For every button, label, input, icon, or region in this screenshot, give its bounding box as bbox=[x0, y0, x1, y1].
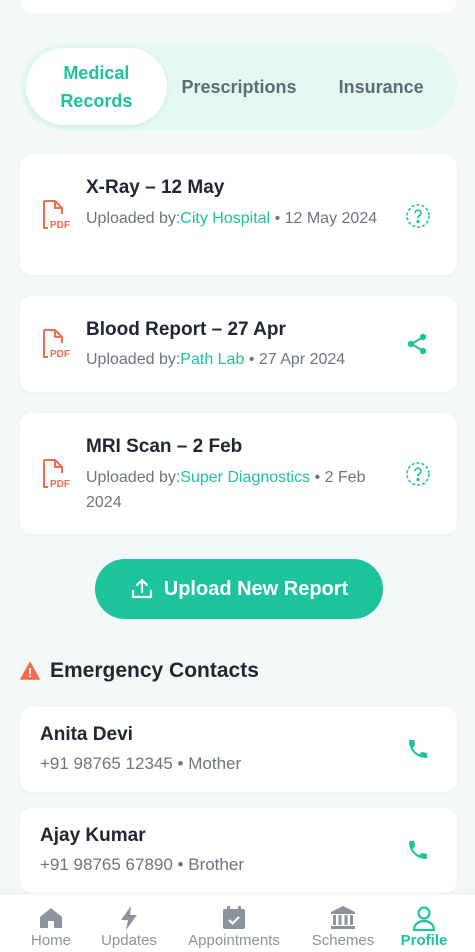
upload-button-label: Upload New Report bbox=[163, 577, 349, 600]
upload-icon bbox=[131, 578, 152, 599]
nav-appointments[interactable]: Appointments bbox=[180, 894, 288, 952]
record-meta: Uploaded by:City Hospital • 12 May 2024 bbox=[86, 210, 378, 227]
record-source[interactable]: Path Lab bbox=[180, 351, 244, 368]
contact-name: Ajay Kumar bbox=[40, 825, 146, 846]
nav-schemes[interactable]: Schemes bbox=[304, 894, 382, 952]
record-card[interactable]: PDF Blood Report – 27 Apr Uploaded by:Pa… bbox=[20, 296, 457, 392]
tab-prescriptions[interactable]: Prescriptions bbox=[167, 48, 312, 125]
record-meta: Uploaded by:Path Lab • 27 Apr 2024 bbox=[86, 351, 346, 368]
nav-label: Updates bbox=[101, 932, 157, 949]
pdf-file-icon: PDF bbox=[43, 329, 70, 360]
warning-icon bbox=[20, 661, 40, 680]
phone-icon[interactable] bbox=[406, 737, 430, 761]
contact-name: Anita Devi bbox=[40, 724, 133, 745]
record-source[interactable]: Super Diagnostics bbox=[180, 469, 310, 486]
contact-card[interactable]: Ajay Kumar +91 98765 67890 • Brother bbox=[20, 808, 457, 893]
pdf-file-icon: PDF bbox=[43, 459, 70, 490]
user-icon bbox=[412, 906, 436, 932]
nav-label: Home bbox=[30, 932, 71, 949]
record-title: Blood Report – 27 Apr bbox=[86, 319, 286, 340]
bank-icon bbox=[331, 906, 355, 929]
nav-label: Appointments bbox=[188, 932, 280, 949]
lightning-icon bbox=[121, 906, 137, 930]
home-icon bbox=[40, 908, 62, 928]
bottom-nav: Home Updates Appointments Schemes Profil… bbox=[0, 893, 475, 952]
contact-card[interactable]: Anita Devi +91 98765 12345 • Mother bbox=[20, 707, 457, 792]
contact-detail: +91 98765 12345 • Mother bbox=[40, 754, 242, 773]
nav-label: Schemes bbox=[311, 932, 375, 949]
contact-detail: +91 98765 67890 • Brother bbox=[40, 855, 244, 874]
help-icon[interactable] bbox=[405, 203, 431, 229]
record-title: MRI Scan – 2 Feb bbox=[86, 436, 243, 457]
svg-text:PDF: PDF bbox=[50, 479, 70, 490]
tab-insurance[interactable]: Insurance bbox=[311, 48, 451, 125]
emergency-heading: Emergency Contacts bbox=[20, 659, 259, 683]
records-tabs: Medical Records Prescriptions Insurance bbox=[20, 43, 457, 130]
record-source[interactable]: City Hospital bbox=[180, 210, 270, 227]
calendar-icon bbox=[223, 906, 245, 929]
nav-label: Profile bbox=[400, 932, 448, 949]
nav-updates[interactable]: Updates bbox=[94, 894, 164, 952]
upload-new-report-button[interactable]: Upload New Report bbox=[95, 559, 383, 619]
share-icon[interactable] bbox=[405, 332, 429, 356]
record-title: X-Ray – 12 May bbox=[86, 177, 225, 198]
record-card[interactable]: PDF MRI Scan – 2 Feb Uploaded by:Super D… bbox=[20, 413, 457, 534]
emergency-heading-text: Emergency Contacts bbox=[50, 659, 259, 682]
nav-home[interactable]: Home bbox=[22, 894, 80, 952]
tab-medical-records[interactable]: Medical Records bbox=[26, 48, 167, 125]
help-icon[interactable] bbox=[405, 461, 431, 487]
svg-text:PDF: PDF bbox=[50, 220, 70, 231]
phone-icon[interactable] bbox=[406, 838, 430, 862]
svg-text:PDF: PDF bbox=[50, 349, 70, 360]
previous-card bbox=[20, 0, 457, 13]
record-card[interactable]: PDF X-Ray – 12 May Uploaded by:City Hosp… bbox=[20, 154, 457, 275]
pdf-file-icon: PDF bbox=[43, 200, 70, 231]
record-meta: Uploaded by:Super Diagnostics • 2 Feb 20… bbox=[86, 469, 366, 511]
nav-profile[interactable]: Profile bbox=[396, 894, 452, 952]
